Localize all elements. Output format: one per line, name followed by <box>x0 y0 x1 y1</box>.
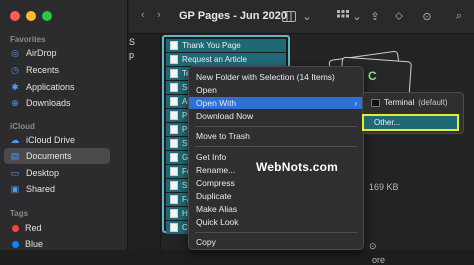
sidebar-item-documents[interactable]: ▤ Documents <box>4 148 110 164</box>
menu-item-label: Open With <box>196 98 237 108</box>
menu-item-compress[interactable]: Compress <box>189 177 363 189</box>
menu-item-open-with[interactable]: Open With › <box>189 97 363 109</box>
cloud-icon: ☁ <box>10 134 20 145</box>
sidebar-item-shared[interactable]: ▣ Shared <box>4 181 110 197</box>
sidebar: Favorites ◎ AirDrop ◷ Recents ✱ Applicat… <box>0 0 128 250</box>
sidebar-item-label: iCloud Drive <box>26 135 76 145</box>
icloud-section-title: iCloud <box>10 122 35 131</box>
menu-item-download-now[interactable]: Download Now <box>189 110 363 122</box>
airdrop-icon: ◎ <box>11 47 19 58</box>
menu-item-move-to-trash[interactable]: Move to Trash <box>189 130 363 142</box>
chevron-right-icon: › <box>354 98 357 108</box>
menu-item-copy[interactable]: Copy <box>189 236 363 248</box>
file-name: Request an Article <box>182 55 247 64</box>
more-icon[interactable]: ⊙ <box>419 8 435 24</box>
tags-section-title: Tags <box>10 209 29 218</box>
file-icon <box>170 125 178 134</box>
search-icon[interactable]: ⌕ <box>451 8 467 24</box>
file-icon <box>170 139 178 148</box>
shared-folder-icon: ▣ <box>10 183 20 194</box>
sidebar-item-label: Documents <box>26 151 72 161</box>
file-icon <box>170 195 178 204</box>
sidebar-item-airdrop[interactable]: ◎ AirDrop <box>4 45 110 61</box>
sidebar-item-downloads[interactable]: ⊕ Downloads <box>4 95 110 111</box>
column-view-icon[interactable] <box>281 8 297 24</box>
chevron-down-icon[interactable]: ⌄ <box>299 8 315 24</box>
file-icon <box>170 97 178 106</box>
red-tag-dot-icon <box>12 224 19 232</box>
file-icon <box>170 41 178 50</box>
file-item[interactable]: Request an Article <box>166 53 286 66</box>
default-app-label: (default) <box>418 98 448 107</box>
sidebar-item-label: Applications <box>26 82 75 92</box>
preview-more-label[interactable]: ore <box>372 255 385 265</box>
menu-separator <box>195 126 357 127</box>
favorites-section-title: Favorites <box>10 35 46 44</box>
menu-separator <box>195 146 357 147</box>
sidebar-item-label: Recents <box>26 65 60 75</box>
desktop-icon: ▭ <box>10 167 20 178</box>
menu-item-quick-look[interactable]: Quick Look <box>189 216 363 228</box>
back-icon[interactable]: ‹ <box>141 9 145 21</box>
file-icon <box>170 223 178 232</box>
submenu-item-terminal[interactable]: Terminal (default) <box>366 96 462 109</box>
sidebar-item-recents[interactable]: ◷ Recents <box>4 62 110 78</box>
tag-icon[interactable]: ⬦ <box>391 8 407 24</box>
menu-item-make-alias[interactable]: Make Alias <box>189 203 363 215</box>
more-icon[interactable]: ⊙ <box>369 241 377 252</box>
window-controls <box>10 11 52 21</box>
sidebar-item-applications[interactable]: ✱ Applications <box>4 79 110 95</box>
window-title: GP Pages - Jun 2020 <box>179 10 288 22</box>
column-item-fragment: p <box>129 50 135 60</box>
sidebar-item-label: Desktop <box>26 168 60 178</box>
forward-icon[interactable]: › <box>157 9 161 21</box>
file-icon <box>170 167 178 176</box>
toolbar: ‹ › GP Pages - Jun 2020 ⌄ ⌄ ⇪ ⬦ ⊙ ⌕ <box>129 0 474 34</box>
file-name: Thank You Page <box>182 41 241 50</box>
menu-item-duplicate[interactable]: Duplicate <box>189 190 363 202</box>
file-icon <box>170 69 178 78</box>
sidebar-item-tag-red[interactable]: Red <box>4 220 110 236</box>
minimize-window-button[interactable] <box>26 11 36 21</box>
column-item-fragment: S <box>129 37 136 47</box>
sidebar-item-label: Blue <box>25 239 44 249</box>
context-menu: New Folder with Selection (14 Items) Ope… <box>188 66 364 250</box>
chevron-down-icon[interactable]: ⌄ <box>349 8 365 24</box>
file-icon <box>170 111 178 120</box>
finder-window: Favorites ◎ AirDrop ◷ Recents ✱ Applicat… <box>0 0 474 265</box>
sidebar-item-label: Shared <box>26 184 56 194</box>
file-icon <box>170 153 178 162</box>
sidebar-item-label: AirDrop <box>26 48 57 58</box>
file-icon <box>170 181 178 190</box>
parent-column: S p <box>129 35 161 250</box>
share-icon[interactable]: ⇪ <box>367 8 383 24</box>
menu-separator <box>195 232 357 233</box>
menu-item-open[interactable]: Open <box>189 84 363 96</box>
clock-icon: ◷ <box>11 64 19 75</box>
sidebar-item-icloud-drive[interactable]: ☁ iCloud Drive <box>4 132 110 148</box>
close-window-button[interactable] <box>10 11 20 21</box>
zoom-window-button[interactable] <box>42 11 52 21</box>
file-icon <box>170 55 178 64</box>
file-item[interactable]: Thank You Page <box>166 39 286 52</box>
sidebar-item-label: Red <box>25 223 42 233</box>
menu-item-new-folder-with-selection[interactable]: New Folder with Selection (14 Items) <box>189 71 363 83</box>
terminal-icon <box>371 98 380 107</box>
sidebar-item-desktop[interactable]: ▭ Desktop <box>4 165 110 181</box>
file-icon <box>170 209 178 218</box>
preview-size: 169 KB <box>369 182 399 192</box>
preview-letter: C <box>368 69 377 83</box>
watermark-text: WebNots.com <box>256 160 338 174</box>
document-icon: ▤ <box>10 150 20 161</box>
submenu-item-label: Terminal <box>384 98 415 107</box>
file-icon <box>170 83 178 92</box>
blue-tag-dot-icon <box>12 240 19 248</box>
applications-icon: ✱ <box>11 81 19 92</box>
submenu-item-other[interactable]: Other... <box>362 114 459 131</box>
sidebar-item-label: Downloads <box>26 98 71 108</box>
downloads-icon: ⊕ <box>11 97 19 108</box>
